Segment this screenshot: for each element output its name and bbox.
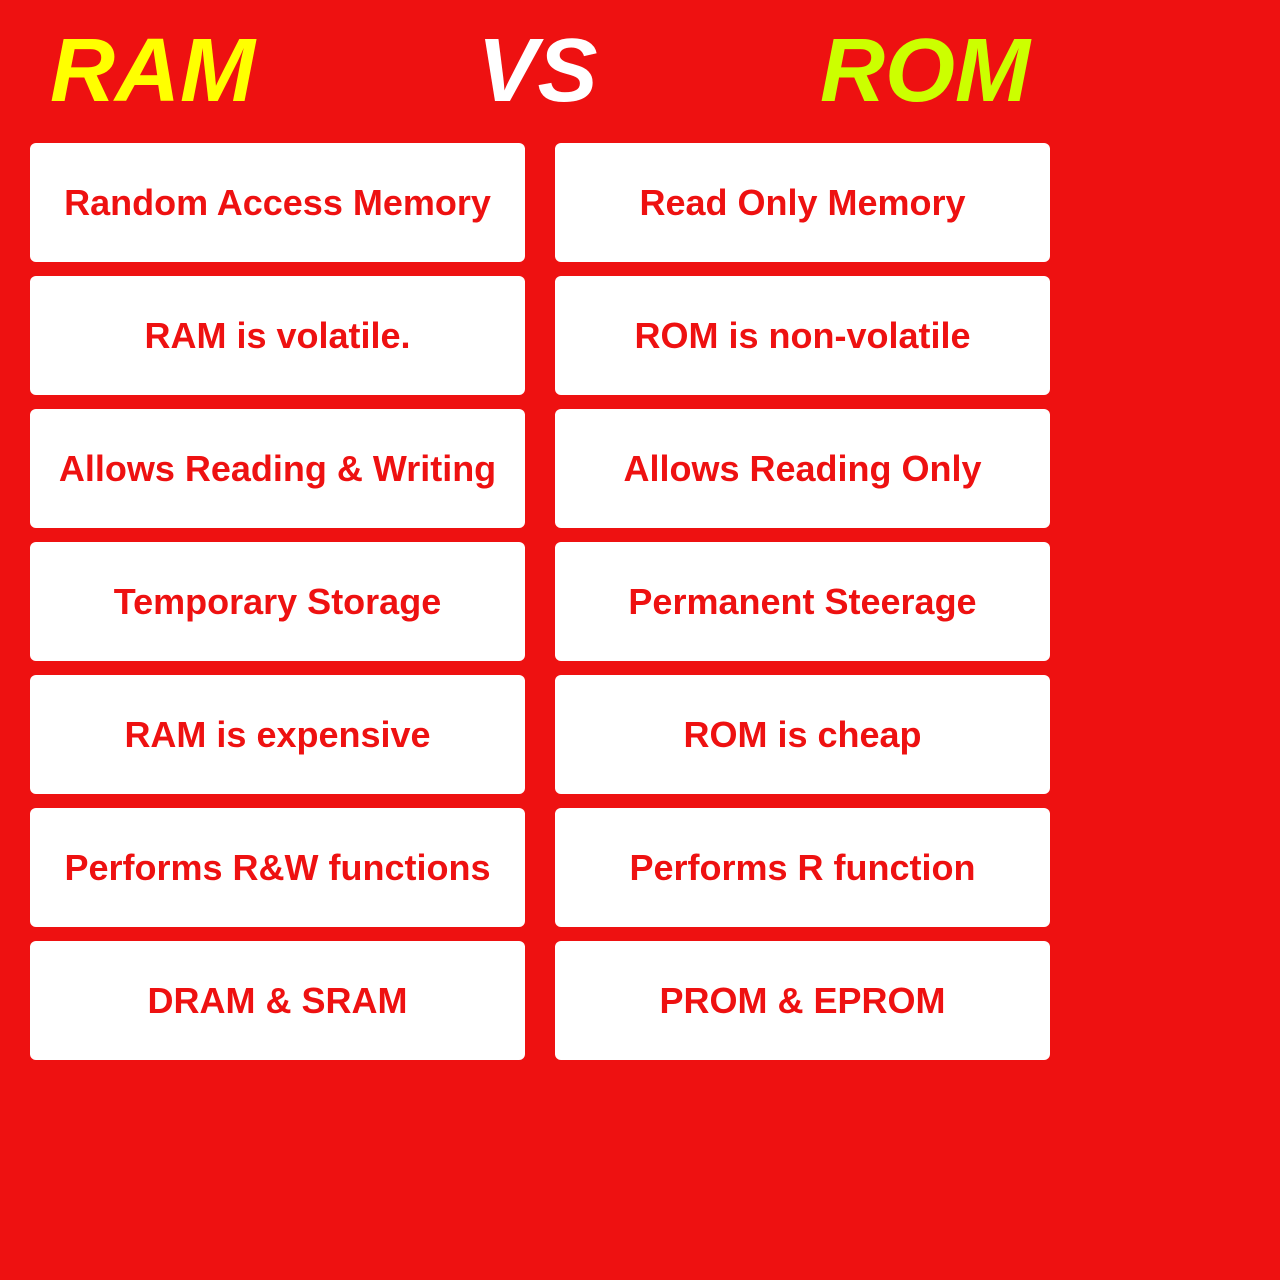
page-container: RAM VS ROM Random Access Memory Read Only…: [0, 0, 1080, 1080]
card-rom-text-5: Performs R function: [629, 846, 975, 889]
card-rom-0: Read Only Memory: [555, 143, 1050, 262]
ram-title: RAM: [50, 20, 255, 123]
card-rom-4: ROM is cheap: [555, 675, 1050, 794]
card-rom-6: PROM & EPROM: [555, 941, 1050, 1060]
card-rom-text-6: PROM & EPROM: [659, 979, 945, 1022]
card-ram-4: RAM is expensive: [30, 675, 525, 794]
vs-label: VS: [477, 20, 597, 123]
card-ram-text-1: RAM is volatile.: [144, 314, 410, 357]
card-rom-3: Permanent Steerage: [555, 542, 1050, 661]
card-ram-text-4: RAM is expensive: [124, 713, 430, 756]
card-rom-text-4: ROM is cheap: [683, 713, 921, 756]
card-ram-0: Random Access Memory: [30, 143, 525, 262]
card-ram-3: Temporary Storage: [30, 542, 525, 661]
card-rom-text-2: Allows Reading Only: [623, 447, 981, 490]
header: RAM VS ROM: [20, 10, 1060, 133]
card-ram-text-2: Allows Reading & Writing: [59, 447, 496, 490]
card-rom-text-1: ROM is non-volatile: [634, 314, 970, 357]
card-ram-1: RAM is volatile.: [30, 276, 525, 395]
card-rom-2: Allows Reading Only: [555, 409, 1050, 528]
card-rom-5: Performs R function: [555, 808, 1050, 927]
card-rom-text-0: Read Only Memory: [639, 181, 965, 224]
comparison-grid: Random Access Memory Read Only Memory RAM …: [20, 143, 1060, 1060]
card-ram-text-5: Performs R&W functions: [64, 846, 490, 889]
card-ram-6: DRAM & SRAM: [30, 941, 525, 1060]
card-ram-2: Allows Reading & Writing: [30, 409, 525, 528]
card-rom-1: ROM is non-volatile: [555, 276, 1050, 395]
card-ram-text-0: Random Access Memory: [64, 181, 491, 224]
rom-title: ROM: [820, 20, 1030, 123]
card-ram-text-3: Temporary Storage: [114, 580, 441, 623]
card-rom-text-3: Permanent Steerage: [628, 580, 976, 623]
card-ram-5: Performs R&W functions: [30, 808, 525, 927]
card-ram-text-6: DRAM & SRAM: [148, 979, 408, 1022]
